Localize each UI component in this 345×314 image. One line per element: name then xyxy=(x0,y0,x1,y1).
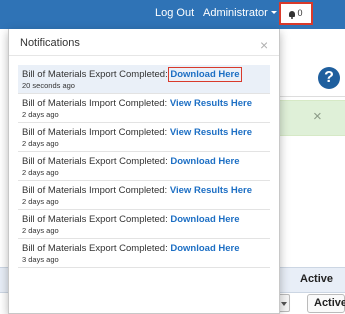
notification-text: Bill of Materials Export Completed: xyxy=(22,214,171,225)
success-alert xyxy=(272,100,345,136)
notification-text: Bill of Materials Import Completed: xyxy=(22,98,170,109)
notification-item: Bill of Materials Import Completed: View… xyxy=(18,181,270,210)
notification-timestamp: 3 days ago xyxy=(22,255,59,264)
notification-count: 0 xyxy=(297,8,303,18)
notification-link[interactable]: View Results Here xyxy=(170,185,252,196)
notification-item: Bill of Materials Import Completed: View… xyxy=(18,123,270,152)
caret-down-icon xyxy=(270,11,277,14)
notification-timestamp: 20 seconds ago xyxy=(22,81,75,90)
notification-link[interactable]: View Results Here xyxy=(170,127,252,138)
notification-message: Bill of Materials Import Completed: View… xyxy=(22,127,252,138)
notification-timestamp: 2 days ago xyxy=(22,226,59,235)
bell-icon xyxy=(289,11,296,19)
notification-item: Bill of Materials Export Completed: Down… xyxy=(18,152,270,181)
help-icon[interactable]: ? xyxy=(318,67,340,89)
notification-message: Bill of Materials Export Completed: Down… xyxy=(22,156,240,167)
top-navbar: Log Out Administrator 0 xyxy=(0,0,345,29)
download-link-highlighted[interactable]: Download Here xyxy=(168,67,242,82)
notification-item: Bill of Materials Export Completed: Down… xyxy=(18,239,270,268)
popover-title: Notifications xyxy=(20,37,80,49)
notification-timestamp: 2 days ago xyxy=(22,139,59,148)
notification-link[interactable]: Download Here xyxy=(170,243,239,254)
notification-message: Bill of Materials Export Completed: Down… xyxy=(22,214,240,225)
notifications-popover: Notifications × Bill of Materials Export… xyxy=(8,29,280,314)
notification-link[interactable]: Download Here xyxy=(170,156,239,167)
column-header-active[interactable]: Active xyxy=(300,273,333,286)
notification-item: Bill of Materials Export Completed: Down… xyxy=(18,65,270,94)
notification-text: Bill of Materials Export Completed: xyxy=(22,243,171,254)
notification-message: Bill of Materials Export Completed: Down… xyxy=(22,243,240,254)
notification-timestamp: 2 days ago xyxy=(22,197,59,206)
notification-message: Bill of Materials Export Completed: Down… xyxy=(22,67,242,82)
active-filter-select[interactable]: Active xyxy=(307,294,345,313)
user-menu-dropdown[interactable]: Administrator xyxy=(203,7,277,20)
notification-text: Bill of Materials Import Completed: xyxy=(22,127,170,138)
notification-item: Bill of Materials Export Completed: Down… xyxy=(18,210,270,239)
notification-timestamp: 2 days ago xyxy=(22,110,59,119)
notification-link[interactable]: View Results Here xyxy=(170,98,252,109)
notification-text: Bill of Materials Export Completed: xyxy=(22,69,171,80)
popover-header: Notifications × xyxy=(9,29,279,56)
notification-timestamp: 2 days ago xyxy=(22,168,59,177)
notification-message: Bill of Materials Import Completed: View… xyxy=(22,98,252,109)
notification-text: Bill of Materials Export Completed: xyxy=(22,156,171,167)
close-icon[interactable]: × xyxy=(260,38,268,52)
user-menu-label: Administrator xyxy=(203,7,268,19)
notification-text: Bill of Materials Import Completed: xyxy=(22,185,170,196)
notification-message: Bill of Materials Import Completed: View… xyxy=(22,185,252,196)
notifications-button[interactable]: 0 xyxy=(279,2,313,25)
notification-item: Bill of Materials Import Completed: View… xyxy=(18,94,270,123)
logout-link[interactable]: Log Out xyxy=(155,7,194,20)
divider xyxy=(280,96,345,97)
notification-link[interactable]: Download Here xyxy=(170,214,239,225)
alert-close-button[interactable]: × xyxy=(313,109,322,124)
notification-list: Bill of Materials Export Completed: Down… xyxy=(18,65,270,268)
